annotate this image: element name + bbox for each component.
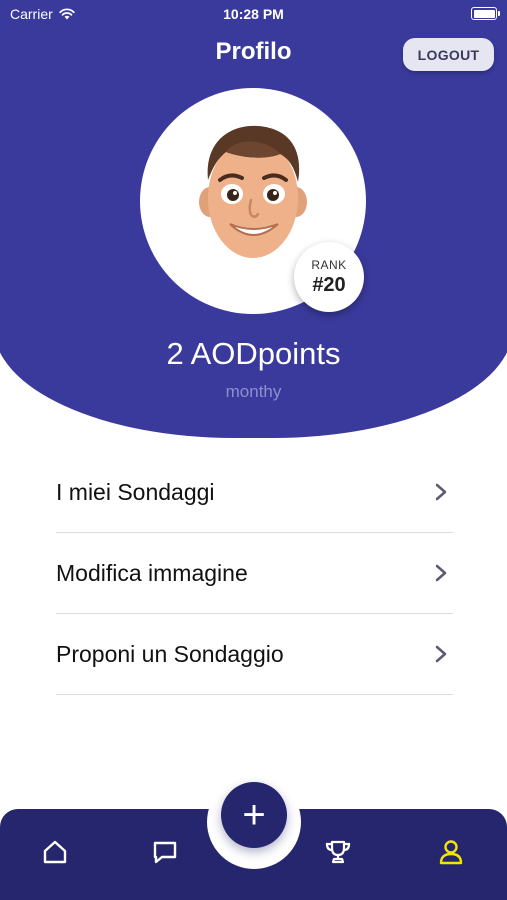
tab-leaderboard[interactable] <box>320 834 356 870</box>
tab-messages[interactable] <box>147 834 183 870</box>
memoji-avatar-image <box>199 125 307 258</box>
profile-menu: I miei Sondaggi Modifica immagine Propon… <box>56 452 453 695</box>
user-icon <box>439 840 463 865</box>
battery-icon <box>471 7 500 20</box>
rank-label: RANK <box>311 257 347 272</box>
status-bar: Carrier 10:28 PM <box>0 0 507 28</box>
chevron-right-icon <box>435 483 447 501</box>
tab-home[interactable] <box>37 834 73 870</box>
chat-icon <box>153 841 177 864</box>
menu-item-propose-survey[interactable]: Proponi un Sondaggio <box>56 614 453 695</box>
menu-item-label: Proponi un Sondaggio <box>56 640 284 667</box>
chevron-right-icon <box>435 645 447 663</box>
tab-profile[interactable] <box>433 834 469 870</box>
menu-item-label: Modifica immagine <box>56 559 248 586</box>
rank-value: #20 <box>312 273 346 296</box>
trophy-icon <box>325 840 351 864</box>
menu-item-label: I miei Sondaggi <box>56 478 215 505</box>
menu-item-my-surveys[interactable]: I miei Sondaggi <box>56 452 453 533</box>
points-total: 2 AODpoints <box>166 336 341 371</box>
status-time: 10:28 PM <box>223 6 284 22</box>
home-icon <box>43 840 67 864</box>
chevron-right-icon <box>435 564 447 582</box>
menu-item-edit-image[interactable]: Modifica immagine <box>56 533 453 614</box>
create-button[interactable]: + <box>221 782 287 848</box>
username: monthy <box>225 382 282 401</box>
rank-badge: RANK #20 <box>294 242 364 312</box>
logout-button[interactable]: LOGOUT <box>403 38 494 71</box>
